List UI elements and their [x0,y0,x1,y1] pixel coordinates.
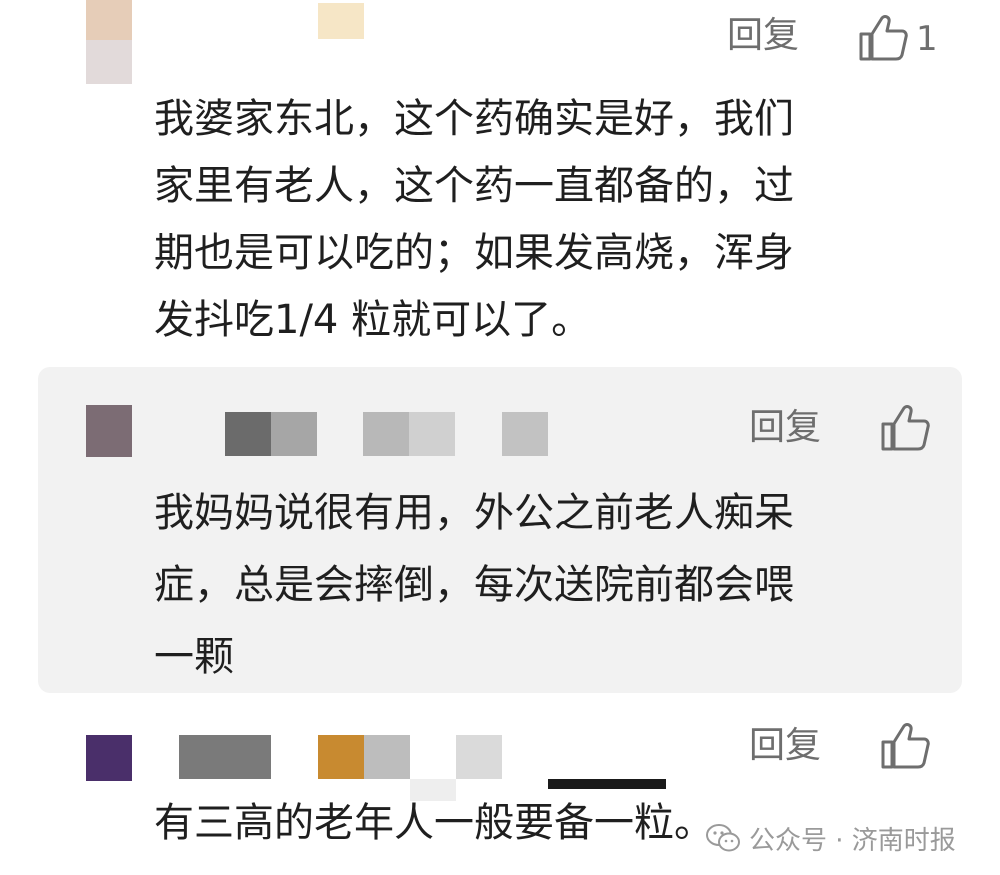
avatar[interactable] [86,735,132,781]
comment-line: 一颗 [154,634,234,680]
username-blurred [456,735,502,779]
reply-button[interactable]: 回复 [727,18,799,54]
reply-button[interactable]: 回复 [749,410,821,446]
comment-text: 我妈妈说很有用，外公之前老人痴呆 症，总是会摔倒，每次送院前都会喂 一颗 [154,477,794,693]
wechat-icon [705,823,741,853]
username-blurred [548,779,666,789]
username-blurred[interactable] [179,735,271,779]
comment-text: 我婆家东北，这个药确实是好，我们 家里有老人，这个药一直都备的，过 期也是可以吃… [154,86,794,354]
username-blurred [363,412,409,456]
username-blurred[interactable] [318,3,364,39]
comment-line: 我婆家东北，这个药确实是好，我们 [154,96,794,142]
like-count: 1 [916,19,938,59]
username-blurred [409,412,455,456]
username-blurred [318,735,364,779]
reply-button[interactable]: 回复 [749,728,821,764]
thumbs-up-icon[interactable] [880,720,930,770]
comment-line: 家里有老人，这个药一直都备的，过 [154,163,794,209]
username-blurred[interactable] [225,412,271,456]
avatar [86,40,132,84]
username-blurred [502,412,548,456]
comment-text: 有三高的老年人一般要备一粒。 [154,800,714,846]
avatar[interactable] [86,0,132,40]
watermark-text: 公众号 · 济南时报 [749,825,956,856]
watermark: 公众号 · 济南时报 [705,818,956,858]
avatar[interactable] [86,405,132,457]
comment-line: 我妈妈说很有用，外公之前老人痴呆 [154,490,794,536]
comment-line: 症，总是会摔倒，每次送院前都会喂 [154,562,794,608]
thumbs-up-icon[interactable] [858,12,908,62]
username-blurred [271,412,317,456]
username-blurred [364,735,410,779]
thumbs-up-icon[interactable] [880,402,930,452]
comment-line: 期也是可以吃的；如果发高烧，浑身 [154,230,794,276]
comment-line: 发抖吃1/4 粒就可以了。 [154,297,592,343]
username-blurred [410,779,456,801]
